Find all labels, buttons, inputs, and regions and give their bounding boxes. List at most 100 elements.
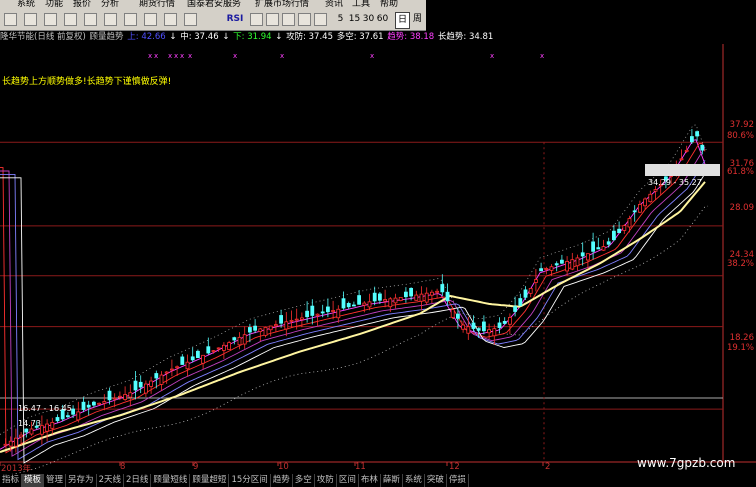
candle-body <box>695 131 699 137</box>
bottom-tab[interactable]: 另存为 <box>66 474 97 487</box>
bottom-tab[interactable]: 区间 <box>337 474 359 487</box>
candle-body <box>149 380 154 387</box>
longshort-value: 多空: 37.61 <box>336 32 384 42</box>
period-button-30[interactable]: 30 <box>362 12 375 27</box>
period-button-day[interactable]: 日 <box>395 12 410 29</box>
candle-body <box>435 290 440 293</box>
signal-marker: x <box>188 52 192 60</box>
line-icon[interactable] <box>144 13 157 26</box>
bottom-tab[interactable]: 趋势 <box>271 474 293 487</box>
menu-item-6[interactable]: 扩展市场行情 <box>255 0 309 10</box>
candle-body <box>71 408 75 415</box>
signal-marker: x <box>154 52 158 60</box>
candle-body <box>627 218 632 228</box>
candle-body <box>253 325 258 331</box>
settings-icon[interactable] <box>184 13 197 26</box>
candle-body <box>81 401 86 410</box>
candle-body <box>258 328 263 332</box>
menu-item-8[interactable]: 工具 <box>352 0 370 10</box>
candle-icon[interactable] <box>104 13 117 26</box>
candle-body <box>414 294 419 301</box>
pen-icon[interactable] <box>266 13 279 26</box>
bottom-tab[interactable]: 顾量超短 <box>190 474 230 487</box>
candle-body <box>242 334 247 345</box>
chart-icon[interactable] <box>84 13 97 26</box>
bottom-tab[interactable]: 布林 <box>359 474 381 487</box>
signal-marker: x <box>168 52 172 60</box>
back-icon[interactable] <box>4 13 17 26</box>
period-button-60[interactable]: 60 <box>376 12 389 27</box>
candle-body <box>367 301 372 308</box>
forward-icon[interactable] <box>24 13 37 26</box>
candle-body <box>622 225 627 231</box>
bottom-tab-bar: 指标 模板 管理 另存为 2天线 2日线 顾量短线 顾量超短 15分区间 趋势 多空 攻防 区间 布林 薛斯… <box>0 474 756 487</box>
period-button-5[interactable]: 5 <box>334 12 347 27</box>
price-label: 19.1% <box>726 343 754 353</box>
candle-body <box>513 306 517 312</box>
candle-body <box>450 309 455 318</box>
bottom-tab[interactable]: 管理 <box>44 474 67 487</box>
price-label: 28.09 <box>729 203 754 213</box>
range-box <box>645 164 720 176</box>
candle-body <box>606 241 611 245</box>
period-button-week[interactable]: 周 <box>411 12 424 27</box>
text-icon[interactable] <box>314 13 327 26</box>
bottom-tab[interactable]: 多空 <box>293 474 315 487</box>
price-label: 18.26 <box>729 333 754 343</box>
menu-item-7[interactable]: 资讯 <box>325 0 343 10</box>
candle-body <box>419 293 424 302</box>
candle-body <box>388 298 393 308</box>
bottom-tab[interactable]: 停损 <box>447 474 469 487</box>
candle-body <box>554 263 559 266</box>
menu-item-4[interactable]: 期货行情 <box>139 0 175 10</box>
candle-body <box>648 193 653 203</box>
menu-item-0[interactable]: 系统 <box>17 0 35 10</box>
date-label: 8 <box>120 462 126 472</box>
candle-body <box>195 350 200 358</box>
menu-item-3[interactable]: 分析 <box>101 0 119 10</box>
bottom-tab[interactable]: 系统 <box>403 474 425 487</box>
menu-item-5[interactable]: 国泰君安服务 <box>187 0 241 10</box>
candle-body <box>19 434 24 438</box>
candle-body <box>612 230 616 241</box>
candlestick-chart[interactable]: x x x x x x x x x x x34.29 - 35.2716.47 - 16.4514.… <box>0 44 756 474</box>
menu-bar: 系统 功能 报价 分析 期货行情 国泰君安服务 扩展市场行情 资讯 工具 帮助 <box>0 0 426 10</box>
date-label: 10 <box>278 462 289 472</box>
bottom-tab[interactable]: 薛斯 <box>381 474 403 487</box>
mark-icon[interactable] <box>298 13 311 26</box>
candle-body <box>86 404 91 408</box>
zoom-icon[interactable] <box>164 13 177 26</box>
candle-body <box>492 328 497 337</box>
candle-body <box>481 321 486 332</box>
candle-body <box>351 304 356 307</box>
menu-item-1[interactable]: 功能 <box>45 0 63 10</box>
grid-icon[interactable] <box>44 13 57 26</box>
menu-item-9[interactable]: 帮助 <box>380 0 398 10</box>
bottom-tab[interactable]: 2日线 <box>124 474 152 487</box>
bottom-tab[interactable]: 模板 <box>22 474 45 487</box>
period-button-15[interactable]: 15 <box>348 12 361 27</box>
rsi-button[interactable]: RSI <box>226 12 244 27</box>
candle-body <box>528 288 533 294</box>
list-icon[interactable] <box>64 13 77 26</box>
candle-body <box>13 437 18 447</box>
candle-body <box>586 253 590 261</box>
candle-body <box>372 292 377 302</box>
wrench-icon[interactable] <box>250 13 263 26</box>
menu-item-2[interactable]: 报价 <box>73 0 91 10</box>
bottom-tab[interactable]: 15分区间 <box>229 474 271 487</box>
bar-icon[interactable] <box>124 13 137 26</box>
bottom-tab[interactable]: 突破 <box>425 474 447 487</box>
signal-marker: x <box>180 52 184 60</box>
bottom-tab[interactable]: 攻防 <box>315 474 337 487</box>
indicator-name[interactable]: 顾量趋势 <box>90 32 124 42</box>
candle-body <box>76 411 81 421</box>
candle-body <box>429 291 434 296</box>
candle-body <box>565 261 569 272</box>
bottom-tab[interactable]: 指标 <box>0 474 23 487</box>
date-label: 12 <box>449 462 460 472</box>
bottom-tab[interactable]: 2天线 <box>97 474 124 487</box>
bottom-tab[interactable]: 顾量短线 <box>151 474 191 487</box>
candle-body <box>294 318 299 321</box>
cursor-icon[interactable] <box>282 13 295 26</box>
